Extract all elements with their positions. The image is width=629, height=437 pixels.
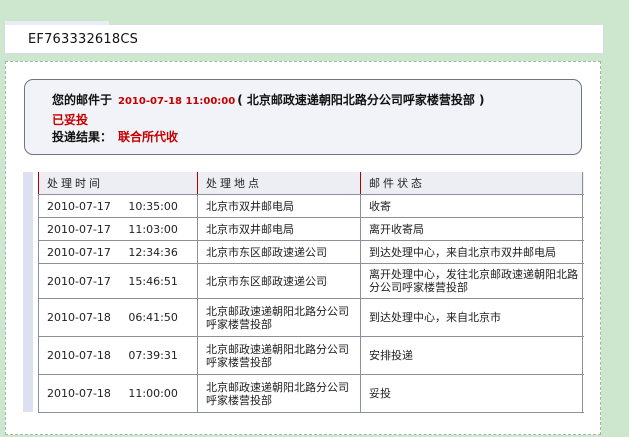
row-time: 2010-07-18 07:39:31 bbox=[38, 336, 198, 375]
table-row: 2010-07-18 11:00:00 北京邮政速递朝阳北路分公司呼家楼营投部 … bbox=[38, 374, 584, 413]
tab-highlight bbox=[5, 21, 109, 25]
row-status: 到达处理中心，来自北京市 bbox=[360, 298, 584, 337]
summary-prefix: 您的邮件于 bbox=[52, 93, 113, 107]
tracking-number: EF763332618CS bbox=[28, 32, 139, 47]
row-status: 安排投递 bbox=[360, 336, 584, 375]
row-status: 离开处理中心，发往北京邮政速递朝阳北路分公司呼家楼营投部 bbox=[360, 263, 584, 299]
row-place: 北京市双井邮电局 bbox=[197, 194, 361, 218]
row-place: 北京市双井邮电局 bbox=[197, 217, 361, 241]
table-row: 2010-07-18 07:39:31 北京邮政速递朝阳北路分公司呼家楼营投部 … bbox=[38, 336, 584, 375]
table-right-border bbox=[582, 172, 583, 412]
row-status: 收寄 bbox=[360, 194, 584, 218]
summary-line: 您的邮件于 2010-07-18 11:00:00( 北京邮政速递朝阳北路分公司呼… bbox=[52, 91, 485, 108]
tracking-tab[interactable]: EF763332618CS bbox=[4, 21, 604, 54]
delivery-summary-box: 您的邮件于 2010-07-18 11:00:00( 北京邮政速递朝阳北路分公司呼… bbox=[24, 79, 582, 155]
summary-date: 2010-07-18 11:00:00 bbox=[118, 96, 236, 107]
result-value: 联合所代收 bbox=[118, 130, 179, 144]
row-status: 妥投 bbox=[360, 374, 584, 413]
result-label: 投递结果： bbox=[52, 130, 113, 144]
row-place: 北京市东区邮政速递公司 bbox=[197, 263, 361, 299]
header-place: 处理地点 bbox=[197, 172, 361, 195]
table-row: 2010-07-17 12:34:36 北京市东区邮政速递公司 到达处理中心，来… bbox=[38, 240, 584, 264]
row-time: 2010-07-17 11:03:00 bbox=[38, 217, 198, 241]
table-row: 2010-07-17 15:46:51 北京市东区邮政速递公司 离开处理中心，发… bbox=[38, 263, 584, 299]
header-time: 处理时间 bbox=[38, 172, 198, 195]
table-row: 2010-07-17 10:35:00 北京市双井邮电局 收寄 bbox=[38, 194, 584, 218]
row-place: 北京市东区邮政速递公司 bbox=[197, 240, 361, 264]
table-row: 2010-07-18 06:41:50 北京邮政速递朝阳北路分公司呼家楼营投部 … bbox=[38, 298, 584, 337]
row-time: 2010-07-17 10:35:00 bbox=[38, 194, 198, 218]
row-time: 2010-07-17 12:34:36 bbox=[38, 240, 198, 264]
delivery-status: 已妥投 bbox=[52, 113, 89, 127]
summary-location: ( 北京邮政速递朝阳北路分公司呼家楼营投部 ) bbox=[237, 93, 485, 107]
row-status: 到达处理中心，来自北京市双井邮电局 bbox=[360, 240, 584, 264]
row-time: 2010-07-18 11:00:00 bbox=[38, 374, 198, 413]
table-row: 2010-07-17 11:03:00 北京市双井邮电局 离开收寄局 bbox=[38, 217, 584, 241]
tracking-table-container: 处理时间 处理地点 邮件状态 2010-07-17 10:35:00 北京市双井… bbox=[23, 172, 584, 413]
row-place: 北京邮政速递朝阳北路分公司呼家楼营投部 bbox=[197, 374, 361, 413]
table-header-row: 处理时间 处理地点 邮件状态 bbox=[38, 172, 584, 195]
table-side-bar bbox=[23, 172, 33, 412]
header-status: 邮件状态 bbox=[360, 172, 584, 195]
row-time: 2010-07-17 15:46:51 bbox=[38, 263, 198, 299]
tracking-panel: 您的邮件于 2010-07-18 11:00:00( 北京邮政速递朝阳北路分公司呼… bbox=[5, 61, 601, 435]
row-status: 离开收寄局 bbox=[360, 217, 584, 241]
row-place: 北京邮政速递朝阳北路分公司呼家楼营投部 bbox=[197, 298, 361, 337]
row-place: 北京邮政速递朝阳北路分公司呼家楼营投部 bbox=[197, 336, 361, 375]
tracking-table: 处理时间 处理地点 邮件状态 2010-07-17 10:35:00 北京市双井… bbox=[38, 172, 584, 413]
row-time: 2010-07-18 06:41:50 bbox=[38, 298, 198, 337]
result-line: 投递结果： 联合所代收 bbox=[52, 128, 178, 145]
